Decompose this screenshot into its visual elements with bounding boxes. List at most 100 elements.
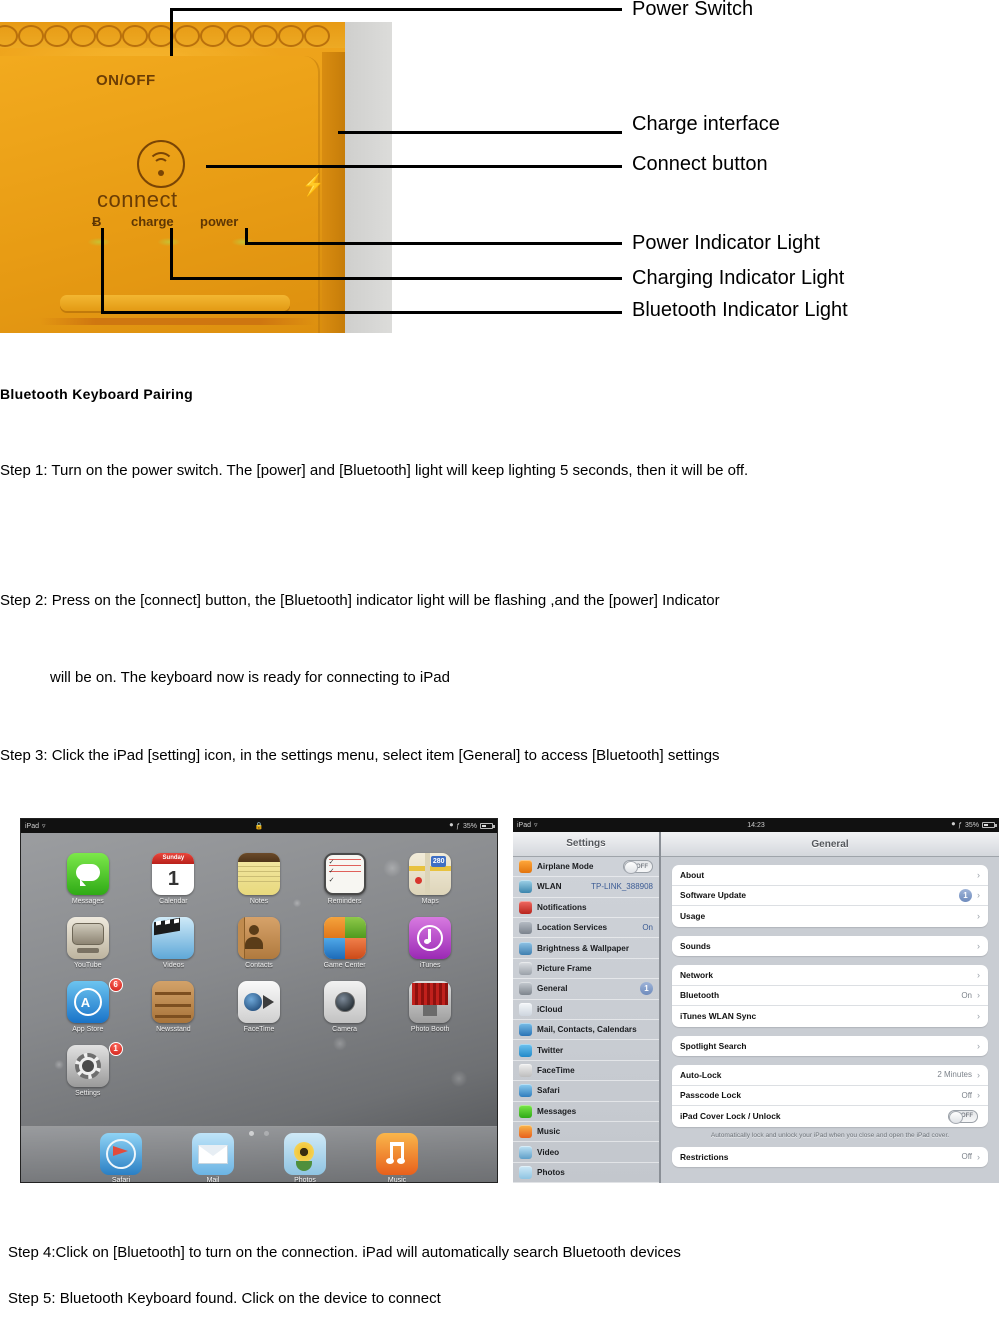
- app-icon-contacts[interactable]: Contacts: [216, 917, 302, 969]
- chevron-right-icon: ›: [977, 940, 980, 951]
- settings-statusbar: iPad ▿ 14:23 ⏺ ƒ 35%: [513, 818, 999, 832]
- sidebar-item-video[interactable]: Video: [513, 1142, 659, 1163]
- youtube-icon: [66, 917, 109, 959]
- app-icon-camera[interactable]: Camera: [302, 981, 388, 1033]
- airplane-mode-toggle[interactable]: OFF: [623, 860, 653, 875]
- settings-row-itunes-wlan-sync[interactable]: iTunes WLAN Sync ›: [672, 1006, 988, 1027]
- settings-detail-scroll[interactable]: About › Software Update 1 › Usage › Soun…: [661, 857, 999, 1183]
- settings-row-spotlight-search[interactable]: Spotlight Search ›: [672, 1036, 988, 1057]
- bluetooth-glyph-label: Ƀ: [92, 214, 102, 229]
- app-icon-reminders[interactable]: ✓ ✓ ✓ Reminders: [302, 853, 388, 905]
- product-callout-diagram: ON/OFF connect ⚡ Ƀ charge power Power Sw…: [0, 0, 999, 340]
- leader-connect-button: [206, 165, 622, 168]
- sidebar-item-twitter[interactable]: Twitter: [513, 1040, 659, 1061]
- leader-charging-indicator-vertical: [170, 228, 173, 278]
- itunes-icon: [409, 917, 452, 959]
- dock-icon-safari[interactable]: Safari: [100, 1133, 142, 1182]
- row-label: Spotlight Search: [680, 1040, 747, 1051]
- battery-percent-label: 35%: [462, 822, 477, 830]
- app-icon-videos[interactable]: Videos: [131, 917, 217, 969]
- settings-row-passcode-lock[interactable]: Passcode Lock Off ›: [672, 1086, 988, 1106]
- app-icon-notes[interactable]: Notes: [216, 853, 302, 905]
- notes-icon: [237, 853, 280, 895]
- settings-row-restrictions[interactable]: Restrictions Off ›: [672, 1147, 988, 1168]
- app-grid: Messages Sunday 1 Calendar Notes ✓ ✓ ✓ R…: [21, 853, 497, 1097]
- settings-row-auto-lock[interactable]: Auto-Lock 2 Minutes ›: [672, 1065, 988, 1086]
- leader-power-switch-horizontal: [170, 8, 622, 11]
- sidebar-item-label: Photos: [537, 1167, 565, 1177]
- settings-row-ipad-cover-lock[interactable]: iPad Cover Lock / Unlock OFF: [672, 1106, 988, 1127]
- settings-group: Auto-Lock 2 Minutes › Passcode Lock Off …: [672, 1065, 988, 1127]
- app-icon-app-store[interactable]: 6 A App Store: [45, 978, 131, 1033]
- settings-group: Spotlight Search ›: [672, 1035, 988, 1057]
- twitter-icon: [519, 1043, 532, 1057]
- sidebar-item-messages[interactable]: Messages: [513, 1102, 659, 1122]
- sidebar-item-safari[interactable]: Safari: [513, 1081, 659, 1102]
- chevron-right-icon: ›: [977, 869, 980, 880]
- settings-badge: 1: [108, 1042, 123, 1056]
- sidebar-item-airplane-mode[interactable]: Airplane Mode OFF: [513, 857, 659, 878]
- settings-row-about[interactable]: About ›: [672, 865, 988, 886]
- sidebar-item-music[interactable]: Music: [513, 1122, 659, 1143]
- settings-row-bluetooth[interactable]: Bluetooth On ›: [672, 986, 988, 1006]
- ipad-cover-lock-toggle[interactable]: OFF: [948, 1109, 978, 1124]
- settings-row-network[interactable]: Network ›: [672, 965, 988, 986]
- mail-icon: [192, 1133, 234, 1175]
- app-icon-game-center[interactable]: Game Center: [302, 917, 388, 969]
- sidebar-item-notifications[interactable]: Notifications: [513, 898, 659, 919]
- app-icon-calendar[interactable]: Sunday 1 Calendar: [131, 853, 217, 905]
- rotation-lock-icon: ⏺: [449, 822, 454, 829]
- step-2-continuation: will be on. The keyboard now is ready fo…: [50, 669, 450, 686]
- app-label: YouTube: [74, 962, 102, 969]
- ipad-settings-screenshot: iPad ▿ 14:23 ⏺ ƒ 35% Settings Airplane M…: [513, 818, 999, 1183]
- dock-icon-music[interactable]: Music: [376, 1133, 418, 1183]
- sidebar-item-location-services[interactable]: Location Services On: [513, 918, 659, 939]
- row-value: On: [961, 990, 972, 1000]
- keyboard-slot: [60, 295, 290, 311]
- settings-row-software-update[interactable]: Software Update 1 ›: [672, 886, 988, 906]
- sidebar-item-facetime[interactable]: FaceTime: [513, 1061, 659, 1082]
- dock-label: Music: [387, 1177, 407, 1183]
- dock-icon-photos[interactable]: Photos: [284, 1133, 326, 1182]
- callout-bluetooth-indicator-light: Bluetooth Indicator Light: [632, 299, 848, 321]
- settings-row-sounds[interactable]: Sounds ›: [672, 936, 988, 957]
- sidebar-item-photos[interactable]: Photos: [513, 1163, 659, 1183]
- app-icon-itunes[interactable]: iTunes: [387, 917, 473, 969]
- app-icon-settings[interactable]: 1 Settings: [45, 1042, 131, 1097]
- app-label: Messages: [71, 898, 104, 905]
- wifi-icon: [519, 880, 532, 894]
- sidebar-item-label: Twitter: [537, 1045, 564, 1055]
- charging-led: [158, 238, 180, 246]
- settings-detail-pane: General About › Software Update 1 › Usag…: [661, 832, 999, 1183]
- settings-row-usage[interactable]: Usage ›: [672, 906, 988, 927]
- app-icon-messages[interactable]: Messages: [45, 853, 131, 905]
- music-icon: [376, 1133, 418, 1175]
- row-label: Restrictions: [680, 1151, 729, 1162]
- settings-body: Settings Airplane Mode OFF WLAN TP-LINK_…: [513, 832, 999, 1183]
- leader-power-indicator-horizontal: [245, 242, 622, 245]
- sidebar-item-brightness-wallpaper[interactable]: Brightness & Wallpaper: [513, 938, 659, 959]
- sidebar-item-icloud[interactable]: iCloud: [513, 1000, 659, 1020]
- sidebar-item-general[interactable]: General 1: [513, 979, 659, 1000]
- app-icon-maps[interactable]: 280 Maps: [387, 853, 473, 905]
- settings-group: About › Software Update 1 › Usage ›: [672, 865, 988, 927]
- game-center-icon: [323, 917, 366, 959]
- row-value: Off: [961, 1090, 972, 1100]
- power-label: power: [200, 214, 239, 229]
- row-label: Auto-Lock: [680, 1069, 722, 1080]
- app-label: Camera: [332, 1026, 358, 1033]
- app-icon-photo-booth[interactable]: Photo Booth: [387, 981, 473, 1033]
- row-label: Usage: [680, 911, 706, 922]
- settings-sidebar: Settings Airplane Mode OFF WLAN TP-LINK_…: [513, 832, 661, 1183]
- photos-icon: [519, 1165, 532, 1179]
- app-label: Contacts: [245, 962, 273, 969]
- sidebar-item-picture-frame[interactable]: Picture Frame: [513, 959, 659, 980]
- app-icon-youtube[interactable]: YouTube: [45, 917, 131, 969]
- cover-lock-note: Automatically lock and unlock your iPad …: [710, 1131, 950, 1139]
- sidebar-item-mail-contacts-calendars[interactable]: Mail, Contacts, Calendars: [513, 1020, 659, 1041]
- sidebar-item-label: Safari: [537, 1086, 560, 1096]
- sidebar-item-wlan[interactable]: WLAN TP-LINK_388908: [513, 877, 659, 898]
- dock-icon-mail[interactable]: Mail: [192, 1133, 234, 1182]
- app-icon-newsstand[interactable]: Newsstand: [131, 981, 217, 1033]
- app-icon-facetime[interactable]: FaceTime: [216, 981, 302, 1033]
